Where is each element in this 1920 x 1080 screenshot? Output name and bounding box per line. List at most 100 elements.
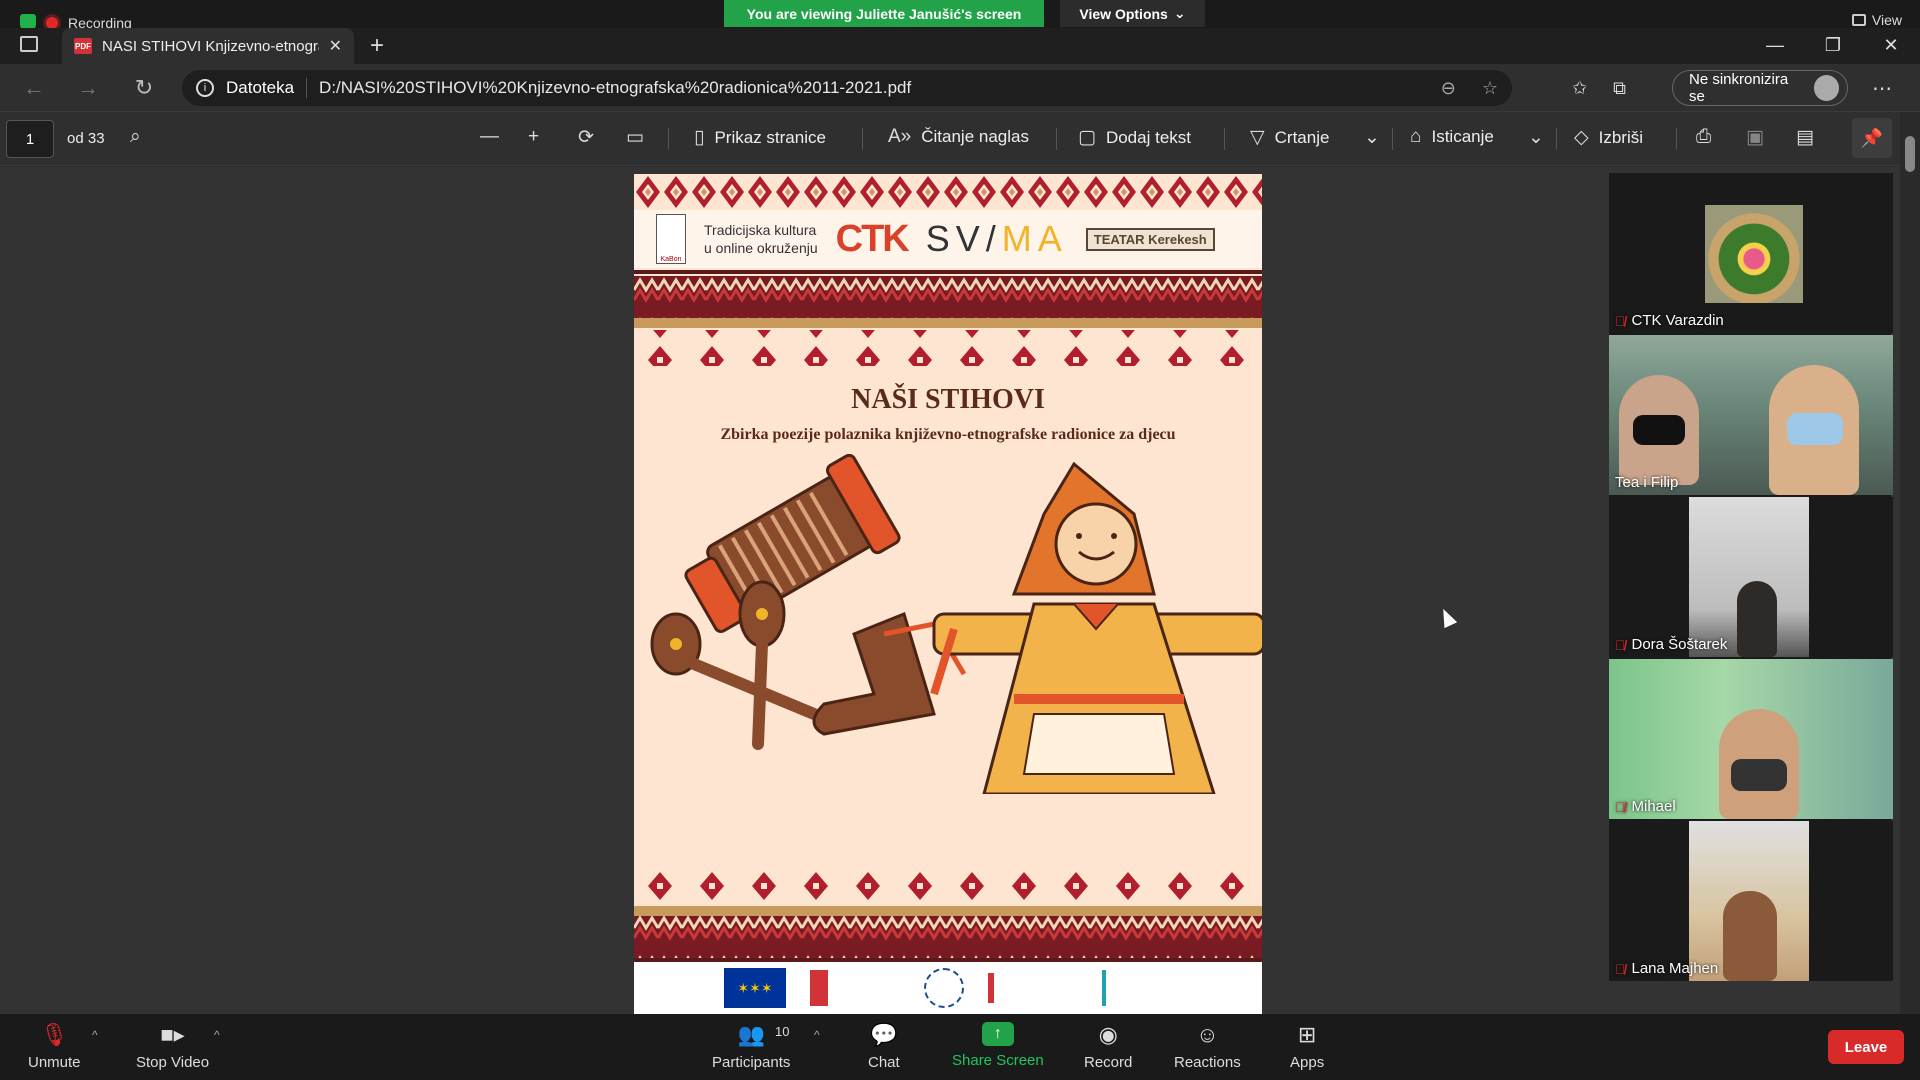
participant-tile[interactable]: 🎙̸ Dora Šoštarek (1609, 497, 1893, 657)
scrollbar-thumb[interactable] (1905, 136, 1915, 172)
scrollbar[interactable] (1900, 112, 1920, 1014)
participants-count: 10 (775, 1024, 790, 1039)
reactions-icon: ☺ (1196, 1022, 1219, 1047)
svima-logo: SV/MA (926, 218, 1068, 260)
share-screen-label: Share Screen (952, 1052, 1044, 1069)
unmute-button[interactable]: 🎙 Unmute (28, 1022, 81, 1071)
read-aloud-button[interactable]: A» Čitanje naglas (888, 126, 1029, 148)
chevron-down-icon: ⌄ (1173, 5, 1186, 21)
toolbar-divider (1676, 128, 1677, 150)
sync-label: Ne sinkronizira se (1689, 71, 1789, 105)
document-subtitle: Zbirka poezije polaznika književno-etnog… (720, 426, 1176, 443)
stop-video-button[interactable]: ■▸ Stop Video (136, 1022, 209, 1071)
participants-label: Participants (712, 1054, 791, 1071)
participant-tile[interactable]: 🎙̸ Mihael (1609, 659, 1893, 819)
highlight-label: Isticanje (1431, 127, 1494, 146)
kerekesh-logo: TEATAR Kerekesh (1085, 227, 1215, 251)
info-icon[interactable]: i (196, 79, 214, 97)
zoom-plus-icon[interactable]: + (528, 126, 539, 148)
highlight-dropdown-icon[interactable]: ⌄ (1528, 126, 1544, 149)
draw-label: Crtanje (1274, 127, 1330, 147)
video-options-caret-icon[interactable]: ^ (214, 1028, 220, 1042)
participants-icon: 👥 (737, 1022, 765, 1047)
save-as-icon[interactable]: ▤ (1796, 126, 1814, 149)
participant-name: Dora Šoštarek (1631, 636, 1728, 653)
page-view-label: Prikaz stranice (714, 127, 826, 147)
sync-button[interactable]: Ne sinkronizira se (1672, 70, 1848, 106)
participant-name-row: 🎙̸ Dora Šoštarek (1615, 636, 1727, 653)
logo-text: Tradicijska kultura u online okruženju (704, 221, 818, 257)
reactions-button[interactable]: ☺ Reactions (1174, 1022, 1241, 1071)
embroidery-top-band (634, 174, 1262, 210)
add-favorite-icon[interactable]: ☆ (1482, 78, 1498, 99)
participant-tile[interactable]: Tea i Filip (1609, 335, 1893, 495)
save-icon[interactable]: ▣ (1746, 126, 1764, 149)
apps-label: Apps (1290, 1054, 1325, 1071)
address-separator (306, 78, 308, 98)
collections-icon[interactable]: ⧉ (1613, 78, 1626, 99)
zoom-out-icon[interactable]: ⊖ (1441, 78, 1456, 99)
minimize-icon[interactable]: — (1746, 30, 1804, 60)
toolbar-divider (668, 128, 669, 150)
highlight-button[interactable]: ⌂ Isticanje (1410, 126, 1494, 148)
svima-logo-part-1: SV/ (925, 218, 1002, 259)
new-tab-button[interactable]: + (370, 32, 384, 60)
view-button[interactable]: View (1851, 12, 1902, 28)
share-screen-button[interactable]: ↑ Share Screen (952, 1022, 1044, 1069)
record-button[interactable]: ◉ Record (1084, 1022, 1132, 1071)
esf-logo (810, 970, 900, 1006)
foundation-logo (1102, 970, 1172, 1006)
toolbar-divider (1224, 128, 1225, 150)
pdf-toolbar: 1 od 33 ⌕ — + ⟳ ▭ ▯ Prikaz stranice A» Č… (0, 112, 1920, 166)
pdf-icon: PDF (74, 38, 92, 54)
draw-button[interactable]: ▽ Crtanje (1250, 126, 1329, 149)
leave-button[interactable]: Leave (1828, 1030, 1904, 1064)
pin-toolbar-icon[interactable]: 📌 (1852, 118, 1892, 158)
page-number-input[interactable]: 1 (6, 120, 54, 158)
video-camera-icon: ■▸ (160, 1022, 185, 1047)
document-title: NAŠI STIHOVI (851, 384, 1045, 415)
erase-button[interactable]: ◇ Izbriši (1574, 126, 1643, 149)
flower-logo (924, 968, 964, 1008)
favorites-icon[interactable]: ✩ (1572, 78, 1587, 99)
accordion-illustration (684, 454, 901, 633)
zoom-meeting-controls: 🎙 Unmute ^ ■▸ Stop Video ^ 👥 Participant… (0, 1014, 1920, 1080)
person-figure (1723, 891, 1777, 981)
print-icon[interactable]: ⎙ (1696, 126, 1711, 148)
audio-options-caret-icon[interactable]: ^ (92, 1028, 98, 1042)
page-view-button[interactable]: ▯ Prikaz stranice (694, 126, 826, 149)
tab-actions-icon[interactable] (20, 36, 38, 52)
fit-page-icon[interactable]: ▭ (626, 126, 644, 149)
chat-button[interactable]: 💬 Chat (868, 1022, 900, 1071)
address-bar[interactable]: i Datoteka D:/NASI%20STIHOVI%20Knjizevno… (182, 70, 1512, 106)
add-text-button[interactable]: ▢ Dodaj tekst (1078, 126, 1191, 149)
draw-dropdown-icon[interactable]: ⌄ (1364, 126, 1380, 149)
participant-name: Mihael (1631, 798, 1676, 815)
url-text[interactable]: D:/NASI%20STIHOVI%20Knjizevno-etnografsk… (319, 78, 911, 98)
restore-icon[interactable]: ❐ (1804, 30, 1862, 60)
eraser-icon: ◇ (1574, 127, 1589, 148)
apps-button[interactable]: ⊞ Apps (1290, 1022, 1324, 1071)
search-icon[interactable]: ⌕ (130, 126, 141, 148)
unmute-label: Unmute (28, 1054, 81, 1071)
forward-icon[interactable]: → (72, 74, 104, 102)
view-options-label: View Options (1079, 5, 1168, 22)
close-window-icon[interactable]: ✕ (1862, 30, 1920, 60)
close-tab-icon[interactable]: ✕ (329, 36, 342, 56)
rotate-icon[interactable]: ⟳ (578, 126, 594, 149)
read-aloud-label: Čitanje naglas (921, 127, 1029, 146)
participants-options-caret-icon[interactable]: ^ (814, 1028, 820, 1042)
view-options-button[interactable]: View Options ⌄ (1060, 0, 1205, 27)
zoom-top-bar: Recording You are viewing Juliette Januš… (0, 0, 1920, 32)
participant-name-row: 🎙̸ CTK Varazdin (1615, 312, 1724, 329)
back-icon[interactable]: ← (18, 74, 50, 102)
chat-icon: 💬 (870, 1022, 898, 1047)
participant-name-row: 🎙̸ Mihael (1615, 798, 1676, 815)
participant-tile[interactable]: 🎙̸ Lana Majhen (1609, 821, 1893, 981)
more-icon[interactable]: ⋯ (1872, 76, 1892, 101)
participant-tile[interactable]: 🎙̸ CTK Varazdin (1609, 173, 1893, 333)
view-label: View (1871, 12, 1902, 28)
browser-tab[interactable]: PDF NASI STIHOVI Knjizevno-etnogra ✕ (62, 28, 354, 64)
refresh-icon[interactable]: ↻ (128, 74, 160, 102)
zoom-minus-icon[interactable]: — (480, 126, 499, 148)
